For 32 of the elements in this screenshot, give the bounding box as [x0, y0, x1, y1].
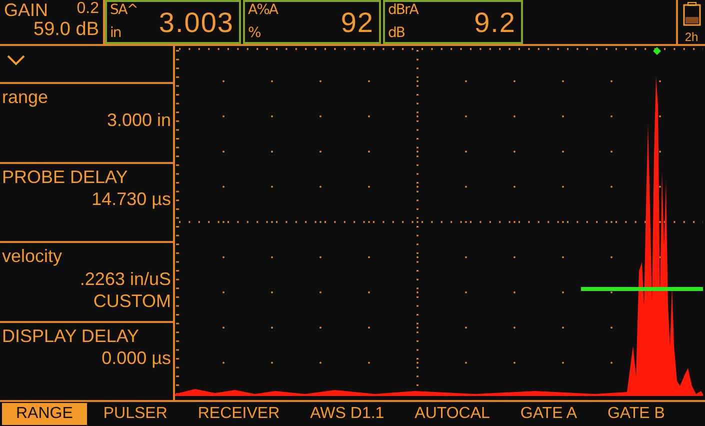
- reading-label: SA^: [110, 2, 138, 19]
- menu-tab[interactable]: GATE B: [593, 403, 679, 425]
- parameter-value: 0.000 µs: [102, 347, 171, 370]
- menu-tab[interactable]: AUTOCAL: [400, 403, 504, 425]
- reading-value: 9.2: [473, 6, 516, 40]
- chevron-down-icon[interactable]: [6, 54, 26, 66]
- parameter-value: .2263 in/uS: [80, 268, 171, 290]
- gain-value: 59.0 dB: [32, 20, 99, 40]
- menu-tab[interactable]: AWS D1.1: [296, 403, 398, 425]
- reading-value: 92: [340, 6, 374, 40]
- reading-unit: in: [110, 25, 122, 42]
- gain-step: 0.2: [76, 1, 99, 20]
- parameter-label: DISPLAY DELAY: [2, 324, 140, 347]
- parameter-value: CUSTOM: [93, 290, 171, 312]
- parameter-label: velocity: [2, 245, 62, 268]
- battery-time: 2h: [684, 31, 698, 43]
- reading-label: A%A: [248, 2, 278, 19]
- reading-unit: dB: [388, 25, 406, 42]
- menu-tab[interactable]: RANGE: [2, 403, 87, 425]
- reading-value: 3.003: [158, 6, 234, 40]
- menu-tab[interactable]: GATE A: [506, 403, 591, 425]
- gate-marker-icon[interactable]: [653, 47, 661, 55]
- battery-icon: [682, 2, 700, 26]
- reading-label: dBrA: [388, 2, 418, 19]
- gain-label: GAIN: [4, 1, 48, 20]
- menu-tab[interactable]: RECEIVER: [184, 403, 294, 425]
- reading-unit: %: [248, 25, 262, 42]
- parameter-label: PROBE DELAY: [2, 166, 128, 188]
- parameter-value: 14.730 µs: [92, 188, 171, 210]
- parameter-label: range: [2, 86, 48, 108]
- parameter-value: 3.000 in: [106, 108, 171, 131]
- menu-tab[interactable]: PULSER: [89, 403, 182, 425]
